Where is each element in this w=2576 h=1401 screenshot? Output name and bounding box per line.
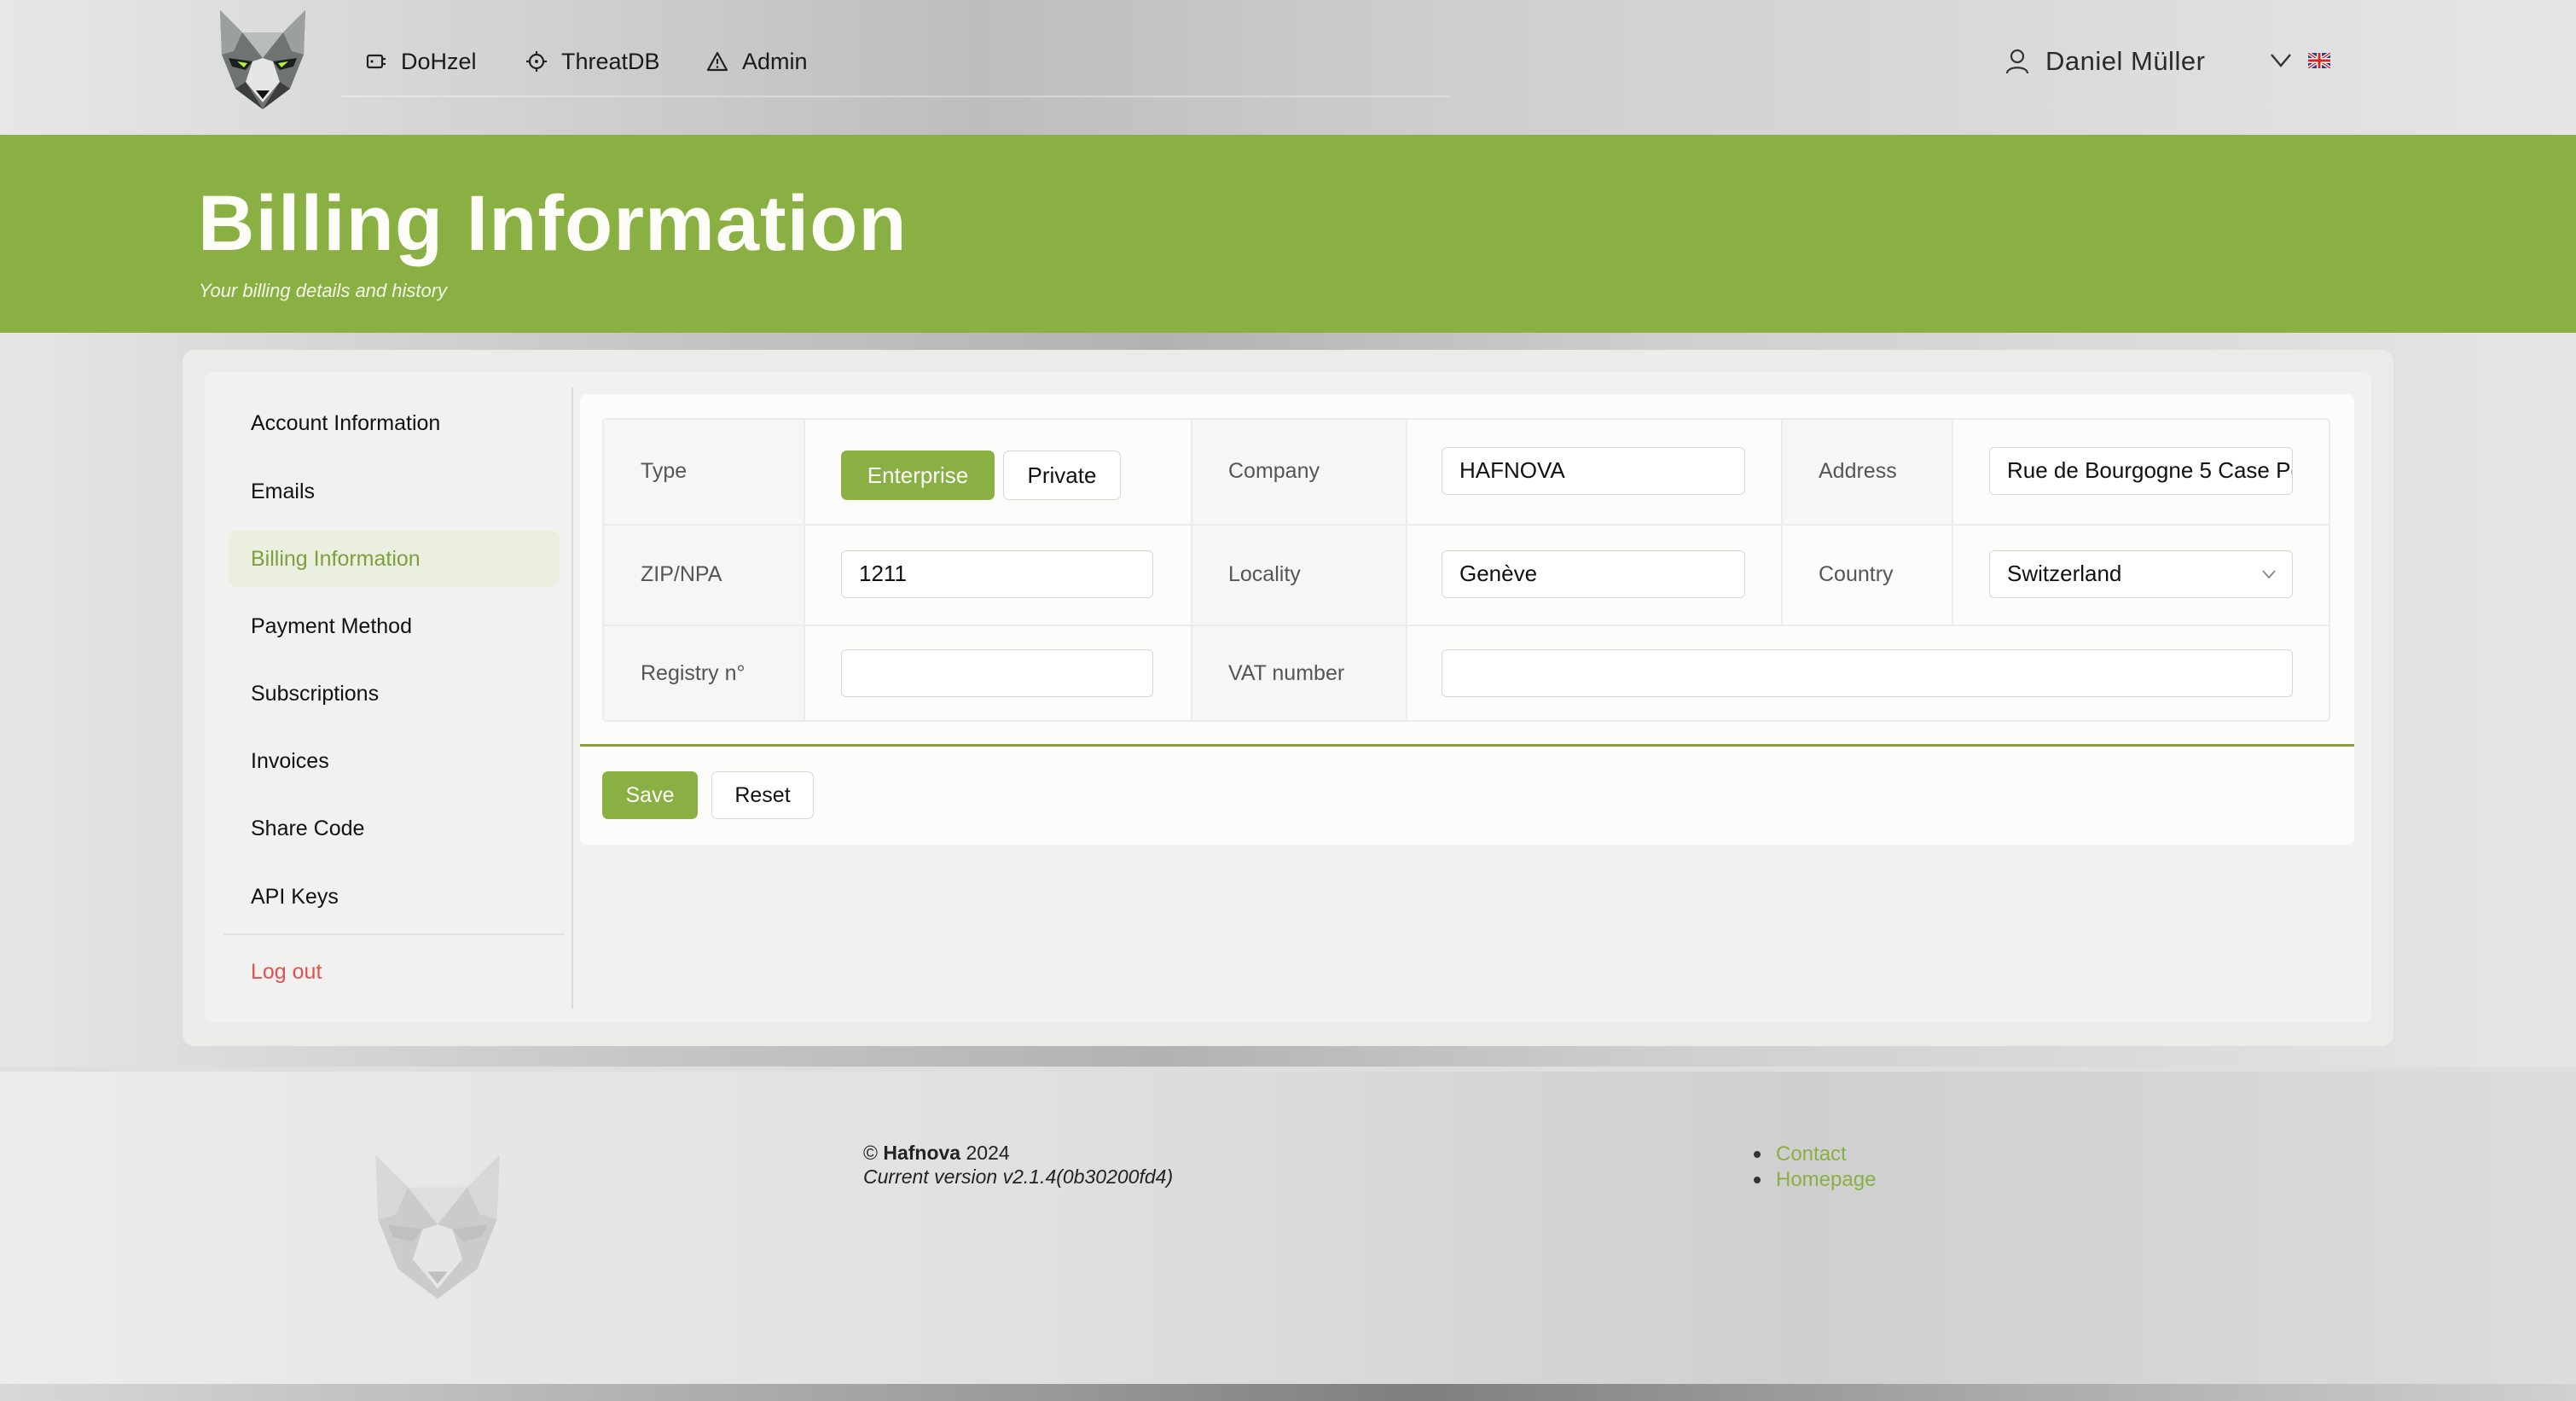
form-actions-divider	[580, 744, 2354, 747]
footer-year: 2024	[966, 1142, 1010, 1164]
address-label: Address	[1819, 459, 1897, 483]
footer-link-contact[interactable]: Contact	[1754, 1142, 1876, 1167]
type-private-button[interactable]: Private	[1003, 451, 1121, 500]
company-input[interactable]: HAFNOVA	[1442, 447, 1745, 495]
footer-links: Contact Homepage	[1754, 1142, 1876, 1193]
page-title: Billing Information	[198, 180, 908, 267]
row-divider	[604, 625, 2329, 626]
nav-divider	[341, 96, 1450, 97]
nav-admin-label: Admin	[742, 48, 808, 74]
column-divider	[1952, 420, 1953, 625]
save-button[interactable]: Save	[602, 771, 698, 819]
nav-threatdb-label: ThreatDB	[561, 48, 660, 74]
sidebar-item-payment-method[interactable]: Payment Method	[229, 598, 560, 654]
sidebar-item-account-information[interactable]: Account Information	[229, 395, 560, 451]
footer-link-homepage[interactable]: Homepage	[1754, 1167, 1876, 1193]
vat-input[interactable]	[1442, 649, 2293, 697]
country-select-value: Switzerland	[2007, 561, 2122, 586]
user-icon	[2005, 49, 2029, 74]
footer-version: Current version v2.1.4(0b30200fd4)	[863, 1166, 1174, 1188]
page-subtitle: Your billing details and history	[199, 280, 448, 301]
column-divider	[804, 420, 805, 720]
router-icon	[366, 54, 386, 69]
nav-dohzel[interactable]: DoHzel	[365, 44, 477, 78]
locality-label: Locality	[1228, 562, 1301, 586]
sidebar-item-api-keys[interactable]: API Keys	[229, 869, 560, 925]
sidebar-divider	[223, 933, 565, 935]
sidebar-item-share-code[interactable]: Share Code	[229, 800, 560, 857]
nav-admin[interactable]: Admin	[706, 44, 808, 78]
column-divider	[1781, 420, 1783, 625]
column-divider	[1191, 420, 1192, 720]
sidebar-item-billing-information[interactable]: Billing Information	[229, 531, 560, 587]
nav-threatdb[interactable]: ThreatDB	[525, 44, 660, 78]
type-label: Type	[641, 459, 688, 483]
vat-label: VAT number	[1228, 661, 1345, 685]
zip-label: ZIP/NPA	[641, 562, 722, 586]
column-divider	[1406, 420, 1407, 720]
zip-input[interactable]: 1211	[841, 550, 1153, 598]
footer-bottom-bar	[0, 1384, 2576, 1401]
company-label: Company	[1228, 459, 1320, 483]
country-label: Country	[1819, 562, 1894, 586]
chevron-down-icon[interactable]	[2269, 48, 2293, 72]
user-name: Daniel Müller	[2045, 46, 2206, 76]
sidebar-item-invoices[interactable]: Invoices	[229, 733, 560, 789]
logout-link[interactable]: Log out	[229, 944, 560, 1000]
locality-input[interactable]: Genève	[1442, 550, 1745, 598]
reset-button[interactable]: Reset	[711, 771, 814, 819]
sidebar-separator	[571, 387, 573, 1009]
type-enterprise-button[interactable]: Enterprise	[841, 451, 995, 500]
crosshair-icon	[526, 51, 547, 72]
registry-input[interactable]	[841, 649, 1153, 697]
fox-logo[interactable]	[208, 7, 317, 113]
country-select[interactable]: Switzerland	[1989, 550, 2293, 598]
uk-flag-icon[interactable]	[2308, 53, 2330, 68]
footer-copyright: © Hafnova 2024	[863, 1142, 1010, 1164]
footer-fox-logo	[375, 1154, 500, 1299]
nav-dohzel-label: DoHzel	[401, 48, 477, 74]
registry-label: Registry n°	[641, 661, 746, 685]
sidebar-item-emails[interactable]: Emails	[229, 463, 560, 520]
footer-company: Hafnova	[883, 1142, 961, 1164]
chevron-down-icon	[2262, 570, 2276, 579]
sidebar-item-subscriptions[interactable]: Subscriptions	[229, 666, 560, 722]
user-menu[interactable]: Daniel Müller	[2005, 43, 2205, 80]
row-divider	[604, 524, 2329, 526]
address-input[interactable]: Rue de Bourgogne 5 Case Postale	[1989, 447, 2293, 495]
warning-triangle-icon	[706, 51, 728, 72]
